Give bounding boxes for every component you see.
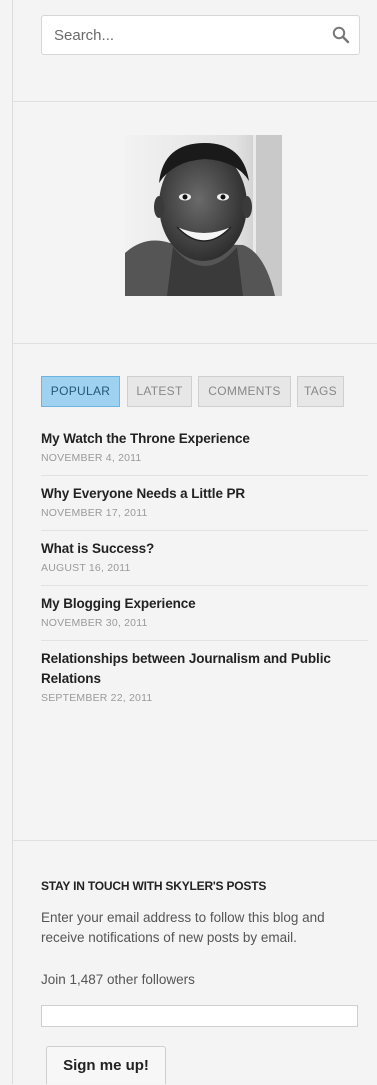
post-date: NOVEMBER 30, 2011: [41, 617, 148, 629]
search-widget: [13, 0, 377, 102]
list-item: Relationships between Journalism and Pub…: [41, 641, 368, 715]
search-box[interactable]: [41, 15, 360, 55]
sign-up-button[interactable]: Sign me up!: [46, 1046, 166, 1084]
tab-popular[interactable]: POPULAR: [41, 376, 120, 407]
list-item: What is Success? AUGUST 16, 2011: [41, 531, 368, 586]
follow-widget: STAY IN TOUCH WITH SKYLER'S POSTS Enter …: [13, 841, 377, 1084]
search-icon[interactable]: [332, 26, 350, 44]
tab-tags[interactable]: TAGS: [297, 376, 344, 407]
post-list: My Watch the Throne Experience NOVEMBER …: [41, 429, 368, 715]
follower-count: Join 1,487 other followers: [41, 972, 195, 987]
avatar-photo: [125, 135, 282, 296]
tab-latest[interactable]: LATEST: [127, 376, 192, 407]
avatar: [125, 135, 282, 296]
profile-widget: [13, 102, 377, 344]
post-title-link[interactable]: My Watch the Throne Experience: [41, 429, 368, 449]
list-item: My Watch the Throne Experience NOVEMBER …: [41, 429, 368, 476]
email-field[interactable]: [41, 1005, 358, 1027]
post-date: NOVEMBER 17, 2011: [41, 507, 148, 519]
post-date: NOVEMBER 4, 2011: [41, 452, 142, 464]
follow-description: Enter your email address to follow this …: [41, 910, 325, 945]
post-title-link[interactable]: What is Success?: [41, 539, 368, 559]
post-title-link[interactable]: Why Everyone Needs a Little PR: [41, 484, 368, 504]
post-title-link[interactable]: My Blogging Experience: [41, 594, 368, 614]
list-item: Why Everyone Needs a Little PR NOVEMBER …: [41, 476, 368, 531]
tabbed-posts-widget: POPULAR LATEST COMMENTS TAGS My Watch th…: [13, 344, 377, 841]
tab-comments[interactable]: COMMENTS: [198, 376, 291, 407]
post-date: AUGUST 16, 2011: [41, 562, 131, 574]
list-item: My Blogging Experience NOVEMBER 30, 2011: [41, 586, 368, 641]
post-date: SEPTEMBER 22, 2011: [41, 692, 153, 704]
post-title-link[interactable]: Relationships between Journalism and Pub…: [41, 649, 368, 689]
widget-heading: STAY IN TOUCH WITH SKYLER'S POSTS: [41, 879, 267, 893]
search-input[interactable]: [42, 16, 346, 54]
